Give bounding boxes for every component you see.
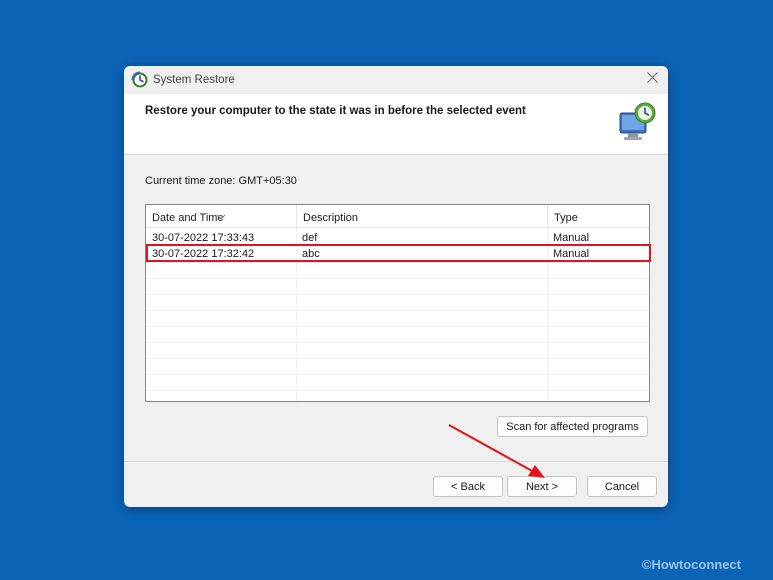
title-bar: System Restore bbox=[124, 66, 668, 94]
window-title: System Restore bbox=[153, 74, 235, 86]
row-gridline bbox=[146, 326, 649, 343]
back-button[interactable]: < Back bbox=[433, 476, 503, 497]
close-icon bbox=[646, 72, 658, 86]
column-header-description[interactable]: Description bbox=[296, 205, 547, 227]
system-restore-icon bbox=[131, 71, 149, 89]
column-label: Date and Time bbox=[152, 212, 224, 224]
list-header: Date and Time Description Type bbox=[146, 205, 649, 228]
cell-description: def bbox=[302, 232, 318, 244]
row-gridline bbox=[146, 342, 649, 359]
header-instruction: Restore your computer to the state it wa… bbox=[145, 105, 526, 117]
system-restore-dialog: System Restore Restore your computer to … bbox=[124, 66, 668, 507]
row-gridline bbox=[146, 374, 649, 391]
sort-chevron-down-icon bbox=[216, 204, 226, 220]
footer-divider bbox=[124, 461, 668, 462]
column-header-type[interactable]: Type bbox=[547, 205, 649, 227]
table-row[interactable]: 30-07-2022 17:33:43 def Manual bbox=[146, 230, 649, 246]
next-button[interactable]: Next > bbox=[507, 476, 577, 497]
row-gridline bbox=[146, 310, 649, 327]
row-gridline bbox=[146, 246, 649, 263]
cell-date-time: 30-07-2022 17:33:43 bbox=[152, 232, 255, 244]
restore-points-list[interactable]: Date and Time Description Type 30-07-202… bbox=[145, 204, 650, 402]
header-banner: Restore your computer to the state it wa… bbox=[124, 94, 668, 155]
current-timezone-label: Current time zone: GMT+05:30 bbox=[145, 175, 297, 187]
cancel-button[interactable]: Cancel bbox=[587, 476, 657, 497]
row-gridline bbox=[146, 294, 649, 311]
row-gridline bbox=[146, 278, 649, 295]
scan-affected-programs-button[interactable]: Scan for affected programs bbox=[497, 416, 648, 437]
cell-type: Manual bbox=[553, 232, 590, 244]
column-header-date-time[interactable]: Date and Time bbox=[146, 205, 296, 227]
restore-monitor-icon bbox=[614, 99, 660, 145]
close-button[interactable] bbox=[636, 66, 668, 92]
row-gridline bbox=[146, 262, 649, 279]
watermark: ©Howtoconnect bbox=[641, 557, 741, 572]
row-gridline bbox=[146, 358, 649, 375]
